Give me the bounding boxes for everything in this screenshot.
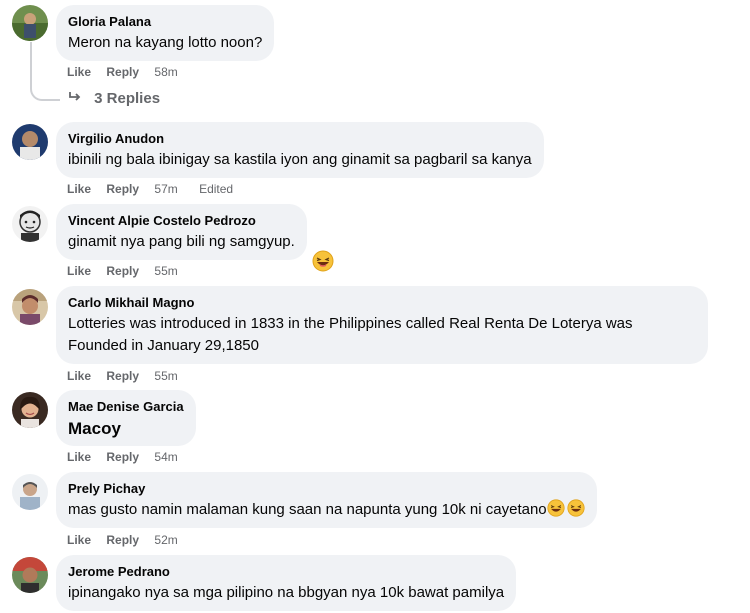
- comment-bubble: Carlo Mikhail Magno Lotteries was introd…: [56, 286, 708, 364]
- comment-text: Meron na kayang lotto noon?: [68, 34, 263, 51]
- comment-actions: Like Reply 57m Edited: [67, 181, 233, 197]
- comment-timestamp[interactable]: 55m: [154, 369, 177, 383]
- comment-text: ginamit nya pang bili ng samgyup.: [68, 233, 295, 250]
- reply-arrow-icon: [68, 90, 86, 107]
- comment-text: ibinili ng bala ibinigay sa kastila iyon…: [68, 151, 532, 168]
- like-button[interactable]: Like: [67, 450, 91, 464]
- avatar[interactable]: [12, 392, 48, 428]
- comment-text-line-2: Founded in January 29,1850: [68, 337, 259, 354]
- avatar[interactable]: [12, 557, 48, 593]
- comment-timestamp[interactable]: 55m: [154, 264, 177, 278]
- reply-button[interactable]: Reply: [106, 182, 139, 196]
- comment-actions: Like Reply 55m: [67, 368, 196, 384]
- avatar[interactable]: [12, 124, 48, 160]
- like-button[interactable]: Like: [67, 533, 91, 547]
- comment-timestamp[interactable]: 52m: [154, 533, 177, 547]
- comment-author[interactable]: Prely Pichay: [68, 480, 585, 497]
- comment-bubble: Gloria Palana Meron na kayang lotto noon…: [56, 5, 275, 61]
- reply-button[interactable]: Reply: [106, 450, 139, 464]
- comment-actions: Like Reply 55m: [67, 263, 196, 279]
- reply-button[interactable]: Reply: [106, 65, 139, 79]
- reply-button[interactable]: Reply: [106, 369, 139, 383]
- comment-text-row: mas gusto namin malaman kung saan na nap…: [68, 499, 585, 521]
- comment-text: mas gusto namin malaman kung saan na nap…: [68, 501, 547, 518]
- like-button[interactable]: Like: [67, 65, 91, 79]
- comment-author[interactable]: Gloria Palana: [68, 13, 262, 30]
- comment-actions: Like Reply 54m: [67, 449, 196, 465]
- laughing-emoji-icon: [567, 499, 585, 517]
- comment-text-line-1: Lotteries was introduced in 1833 in the …: [68, 315, 633, 332]
- like-button[interactable]: Like: [67, 182, 91, 196]
- avatar[interactable]: [12, 474, 48, 510]
- comment-timestamp[interactable]: 54m: [154, 450, 177, 464]
- reply-button[interactable]: Reply: [106, 533, 139, 547]
- comment-text: Macoy: [68, 419, 121, 438]
- comment-timestamp[interactable]: 58m: [154, 65, 177, 79]
- replies-count-label[interactable]: 3 Replies: [94, 90, 160, 107]
- like-button[interactable]: Like: [67, 264, 91, 278]
- comment-bubble: Prely Pichay mas gusto namin malaman kun…: [56, 472, 597, 528]
- comment-author[interactable]: Jerome Pedrano: [68, 563, 504, 580]
- edited-label: Edited: [199, 182, 234, 196]
- thread-connector: [30, 42, 60, 101]
- comment-author[interactable]: Vincent Alpie Costelo Pedrozo: [68, 212, 295, 229]
- comment-actions: Like Reply 52m: [67, 532, 196, 548]
- comment-actions: Like Reply 58m: [67, 64, 196, 80]
- comment-bubble: Mae Denise Garcia Macoy: [56, 390, 196, 446]
- comment-bubble: Virgilio Anudon ibinili ng bala ibinigay…: [56, 122, 544, 178]
- avatar[interactable]: [12, 5, 48, 41]
- comment-bubble: Jerome Pedrano ipinangako nya sa mga pil…: [56, 555, 517, 611]
- laughing-emoji-icon: [547, 499, 565, 517]
- comment-author[interactable]: Carlo Mikhail Magno: [68, 294, 696, 311]
- comment-author[interactable]: Mae Denise Garcia: [68, 398, 184, 415]
- like-button[interactable]: Like: [67, 369, 91, 383]
- view-replies-link[interactable]: 3 Replies: [68, 90, 160, 107]
- comment-text: ipinangako nya sa mga pilipino na bbgyan…: [68, 584, 505, 601]
- reply-button[interactable]: Reply: [106, 264, 139, 278]
- comment-timestamp[interactable]: 57m: [154, 182, 177, 196]
- avatar[interactable]: [12, 206, 48, 242]
- avatar[interactable]: [12, 289, 48, 325]
- laughing-emoji-icon: [312, 250, 334, 277]
- comment-bubble: Vincent Alpie Costelo Pedrozo ginamit ny…: [56, 204, 307, 260]
- comment-author[interactable]: Virgilio Anudon: [68, 130, 532, 147]
